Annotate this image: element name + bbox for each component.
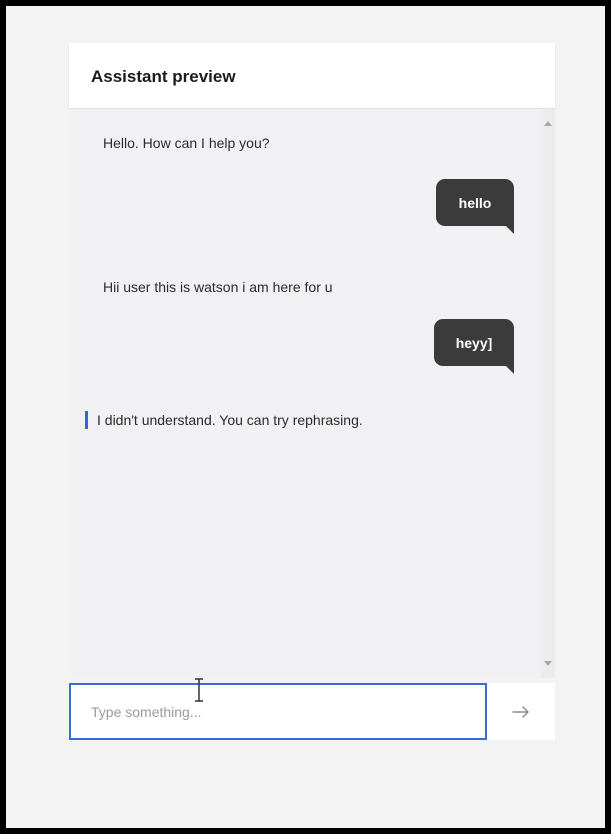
- panel-header: Assistant preview: [69, 43, 555, 108]
- bubble-tail: [506, 226, 514, 234]
- bot-message: Hii user this is watson i am here for u: [103, 279, 333, 295]
- user-message-bubble: heyy]: [434, 319, 514, 374]
- bot-fallback-message: I didn't understand. You can try rephras…: [97, 412, 363, 428]
- fallback-indicator-bar: [85, 411, 88, 429]
- message-input[interactable]: [69, 683, 487, 740]
- user-message-text: heyy]: [455, 334, 493, 351]
- chat-history[interactable]: Hello. How can I help you? hello Hii use…: [69, 108, 555, 678]
- panel-title: Assistant preview: [91, 67, 236, 86]
- scroll-down-arrow-icon[interactable]: [544, 661, 552, 666]
- assistant-preview-panel: Assistant preview Hello. How can I help …: [69, 43, 555, 740]
- bot-message: Hello. How can I help you?: [103, 135, 270, 151]
- bubble-tail: [506, 366, 514, 374]
- scroll-up-arrow-icon[interactable]: [544, 121, 552, 126]
- message-input-row: [69, 678, 555, 740]
- arrow-right-icon: [512, 705, 529, 718]
- user-message-text: hello: [458, 194, 492, 211]
- send-button[interactable]: [487, 683, 555, 740]
- chat-scrollbar[interactable]: [541, 109, 555, 678]
- screen-frame: Assistant preview Hello. How can I help …: [6, 6, 605, 828]
- user-message-bubble: hello: [436, 179, 514, 234]
